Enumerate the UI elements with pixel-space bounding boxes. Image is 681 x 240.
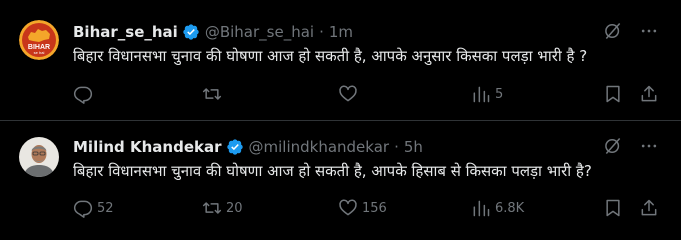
- reply-icon: [73, 198, 93, 218]
- more-icon[interactable]: [639, 21, 659, 41]
- reply-button[interactable]: [73, 84, 97, 104]
- reply-icon: [73, 84, 93, 104]
- retweet-icon: [202, 84, 222, 104]
- display-name[interactable]: Bihar_se_hai: [73, 23, 178, 41]
- tweet[interactable]: Milind Khandekar @milindkhandekar · 5h ब…: [0, 120, 681, 240]
- user-handle[interactable]: @Bihar_se_hai: [205, 23, 314, 41]
- retweet-button[interactable]: [202, 84, 226, 104]
- tweet-actions: 52 20 156 6.8K: [73, 198, 659, 218]
- views-button[interactable]: 6.8K: [471, 198, 524, 218]
- grok-icon[interactable]: [603, 21, 623, 41]
- more-icon[interactable]: [639, 136, 659, 156]
- retweet-button[interactable]: 20: [202, 198, 243, 218]
- avatar[interactable]: BIHAR se hai: [19, 20, 59, 60]
- avatar-sublabel: se hai: [34, 50, 45, 55]
- timestamp[interactable]: 1m: [329, 23, 353, 41]
- bookmark-icon: [603, 84, 623, 104]
- share-button[interactable]: [639, 84, 659, 104]
- top-actions: [603, 21, 659, 41]
- tweet-text: बिहार विधानसभा चुनाव की घोषणा आज हो सकती…: [73, 162, 592, 180]
- tweet-header: Bihar_se_hai @Bihar_se_hai · 1m: [73, 21, 353, 43]
- like-button[interactable]: [338, 84, 362, 104]
- retweet-count: 20: [226, 200, 243, 216]
- verified-badge-icon[interactable]: [226, 138, 244, 156]
- user-handle[interactable]: @milindkhandekar: [249, 138, 390, 156]
- reply-button[interactable]: 52: [73, 198, 114, 218]
- grok-icon[interactable]: [603, 136, 623, 156]
- display-name[interactable]: Milind Khandekar: [73, 138, 222, 156]
- tweet-header: Milind Khandekar @milindkhandekar · 5h: [73, 136, 423, 158]
- views-icon: [471, 84, 491, 104]
- reply-count: 52: [97, 200, 114, 216]
- tweet[interactable]: BIHAR se hai Bihar_se_hai @Bihar_se_hai …: [0, 0, 681, 120]
- views-icon: [471, 198, 491, 218]
- share-button[interactable]: [639, 198, 659, 218]
- avatar[interactable]: [19, 137, 59, 177]
- timestamp[interactable]: 5h: [404, 138, 423, 156]
- separator: ·: [394, 138, 399, 156]
- bookmark-icon: [603, 198, 623, 218]
- top-actions: [603, 136, 659, 156]
- like-button[interactable]: 156: [338, 198, 387, 218]
- verified-badge-icon[interactable]: [182, 23, 200, 41]
- bookmark-button[interactable]: [603, 198, 623, 218]
- share-icon: [639, 198, 659, 218]
- retweet-icon: [202, 198, 222, 218]
- tweet-actions: 5: [73, 84, 659, 104]
- like-icon: [338, 198, 358, 218]
- views-count: 5: [495, 86, 504, 102]
- share-icon: [639, 84, 659, 104]
- bookmark-button[interactable]: [603, 84, 623, 104]
- like-count: 156: [362, 200, 387, 216]
- separator: ·: [319, 23, 324, 41]
- views-count: 6.8K: [495, 200, 525, 216]
- views-button[interactable]: 5: [471, 84, 503, 104]
- tweet-text: बिहार विधानसभा चुनाव की घोषणा आज हो सकती…: [73, 47, 588, 65]
- like-icon: [338, 84, 358, 104]
